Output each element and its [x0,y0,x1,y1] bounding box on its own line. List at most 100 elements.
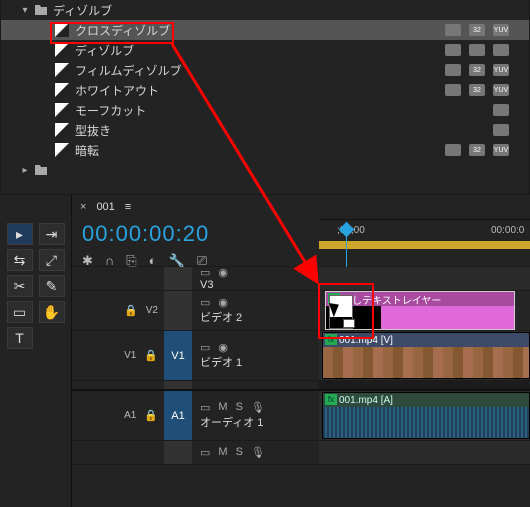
track-toggle[interactable] [164,267,192,290]
clip-area[interactable]: fx 新しテキストレイヤー fx [319,267,530,507]
lane-v2[interactable]: fx 新しテキストレイヤー [319,291,530,331]
clip-audio[interactable]: fx 001.mp4 [A] [322,392,530,439]
track-header-v3[interactable]: ▭ ◉ V3 [72,267,319,291]
transition-icon [55,123,69,137]
effect-item-dissolve[interactable]: ディゾルブ [1,40,529,60]
pen-tool[interactable]: ✎ [39,275,65,297]
lock-icon[interactable]: 🔒 [144,409,158,422]
timeline-tab-close-icon[interactable]: × [80,201,86,213]
clip-thumbnail [323,347,529,378]
track-output-icon[interactable]: ▭ [200,401,210,414]
solo-icon[interactable]: S [236,401,243,414]
mute-icon[interactable]: M [218,446,227,459]
rate-stretch-tool[interactable]: ⤢ [39,249,65,271]
badge-yuv: YUV [493,84,509,96]
effect-item-crossdissolve[interactable]: クロスディゾルブ 32 YUV [1,20,529,40]
timeline-main: × 001 ≡ 00:00:00:20 ✱ ∩ ⎘ ◐ 🔧 ⎚ ;00;00 0… [72,195,530,507]
razor-tool[interactable]: ✂ [7,275,33,297]
fx-badge-icon[interactable]: fx [325,334,337,345]
track-label: V3 [200,279,311,291]
transition-icon [55,43,69,57]
track-header-a1[interactable]: A1 🔒 A1 ▭ M S 🎙 オーディオ 1 [72,391,319,441]
effects-folder-collapsed[interactable]: ▸ [1,160,529,180]
time-ruler[interactable]: ;00;00 00:00:0 [319,219,530,220]
clip-title: 001.mp4 [A] [339,395,393,406]
badge-32: 32 [469,84,485,96]
timecode-display[interactable]: 00:00:00:20 [82,221,309,247]
track-eye-icon[interactable]: ◉ [218,296,228,309]
tracks-area: ▭ ◉ V3 🔒 V2 ▭ ◉ [72,267,530,507]
timeline-header: 00:00:00:20 ✱ ∩ ⎘ ◐ 🔧 ⎚ ;00;00 00:00:0 [72,219,530,267]
badge-a [445,144,461,156]
transition-icon [55,23,69,37]
effect-label: クロスディゾルブ [75,22,439,39]
badge-accel [445,24,461,36]
effect-label: フィルムディゾルブ [75,62,439,79]
lock-icon[interactable]: 🔒 [124,304,138,317]
effect-label: 型抜き [75,122,487,139]
track-output-icon[interactable]: ▭ [200,341,210,354]
badge-a [493,124,509,136]
hand-tool[interactable]: ✋ [39,301,65,323]
badge-32: 32 [469,64,485,76]
track-eye-icon[interactable]: ◉ [218,266,228,279]
ripple-tool[interactable]: ⇆ [7,249,33,271]
track-select-tool[interactable]: ⇥ [39,223,65,245]
effect-item-morphcut[interactable]: モーフカット [1,100,529,120]
track-header-a2[interactable]: ▭ M S 🎙 [72,441,319,465]
record-icon[interactable]: 🎙 [251,401,265,414]
track-toggle[interactable] [164,441,192,464]
lane-a1[interactable]: fx 001.mp4 [A] [319,391,530,441]
rectangle-tool[interactable]: ▭ [7,301,33,323]
lane-a2[interactable] [319,441,530,465]
transition-icon [55,83,69,97]
track-output-icon[interactable]: ▭ [200,446,210,459]
track-divider [72,381,319,391]
track-label: ビデオ 2 [200,309,311,325]
chevron-right-icon: ▸ [21,165,29,176]
track-label: オーディオ 1 [200,414,311,430]
effect-item-diptoblack[interactable]: 暗転 32 YUV [1,140,529,160]
track-output-icon[interactable]: ▭ [200,266,210,279]
effects-panel: ▾ ディゾルブ クロスディゾルブ 32 YUV ディゾルブ フィルムディゾルブ … [0,0,530,195]
selection-tool[interactable]: ▸ [7,223,33,245]
effect-item-filmdissolve[interactable]: フィルムディゾルブ 32 YUV [1,60,529,80]
badge-c [493,44,509,56]
work-area-bar[interactable] [319,241,530,249]
lane-v3[interactable] [319,267,530,291]
type-tool[interactable]: T [7,327,33,349]
mute-icon[interactable]: M [218,401,227,414]
badge-a [445,64,461,76]
timeline-tab-menu-icon[interactable]: ≡ [125,201,131,213]
effect-item-shapecut[interactable]: 型抜き [1,120,529,140]
badge-yuv: YUV [493,24,509,36]
badge-32: 32 [469,24,485,36]
effect-item-whiteout[interactable]: ホワイトアウト 32 YUV [1,80,529,100]
badge-32: 32 [469,144,485,156]
track-output-icon[interactable]: ▭ [200,296,210,309]
record-icon[interactable]: 🎙 [251,446,265,459]
track-toggle[interactable] [164,291,192,330]
track-header-v2[interactable]: 🔒 V2 ▭ ◉ ビデオ 2 [72,291,319,331]
fx-badge-icon[interactable]: fx [325,394,337,405]
track-header-v1[interactable]: V1 🔒 V1 ▭ ◉ ビデオ 1 [72,331,319,381]
drag-cursor-icon [329,295,359,335]
ruler-tick: 00:00:0 [491,225,524,236]
clip-video[interactable]: fx 001.mp4 [V] [322,332,530,379]
transition-icon [55,103,69,117]
track-source-tag[interactable]: V1 [124,350,136,361]
track-toggle[interactable]: V1 [164,331,192,380]
solo-icon[interactable]: S [236,446,243,459]
timeline-tab-title[interactable]: 001 [96,201,114,213]
track-eye-icon[interactable]: ◉ [218,341,228,354]
effect-label: ホワイトアウト [75,82,439,99]
badge-a [445,44,461,56]
folder-label: ディゾルブ [53,2,529,19]
track-source-tag[interactable]: A1 [124,410,136,421]
timeline-panel: ▸ ⇥ ⇆ ⤢ ✂ ✎ ▭ ✋ T × 001 ≡ 00:00:00:20 ✱ … [0,195,530,507]
track-source-tag[interactable]: V2 [146,305,158,316]
lane-v1[interactable]: fx 001.mp4 [V] [319,331,530,381]
effects-folder[interactable]: ▾ ディゾルブ [1,0,529,20]
track-toggle[interactable]: A1 [164,391,192,440]
lock-icon[interactable]: 🔒 [144,349,158,362]
